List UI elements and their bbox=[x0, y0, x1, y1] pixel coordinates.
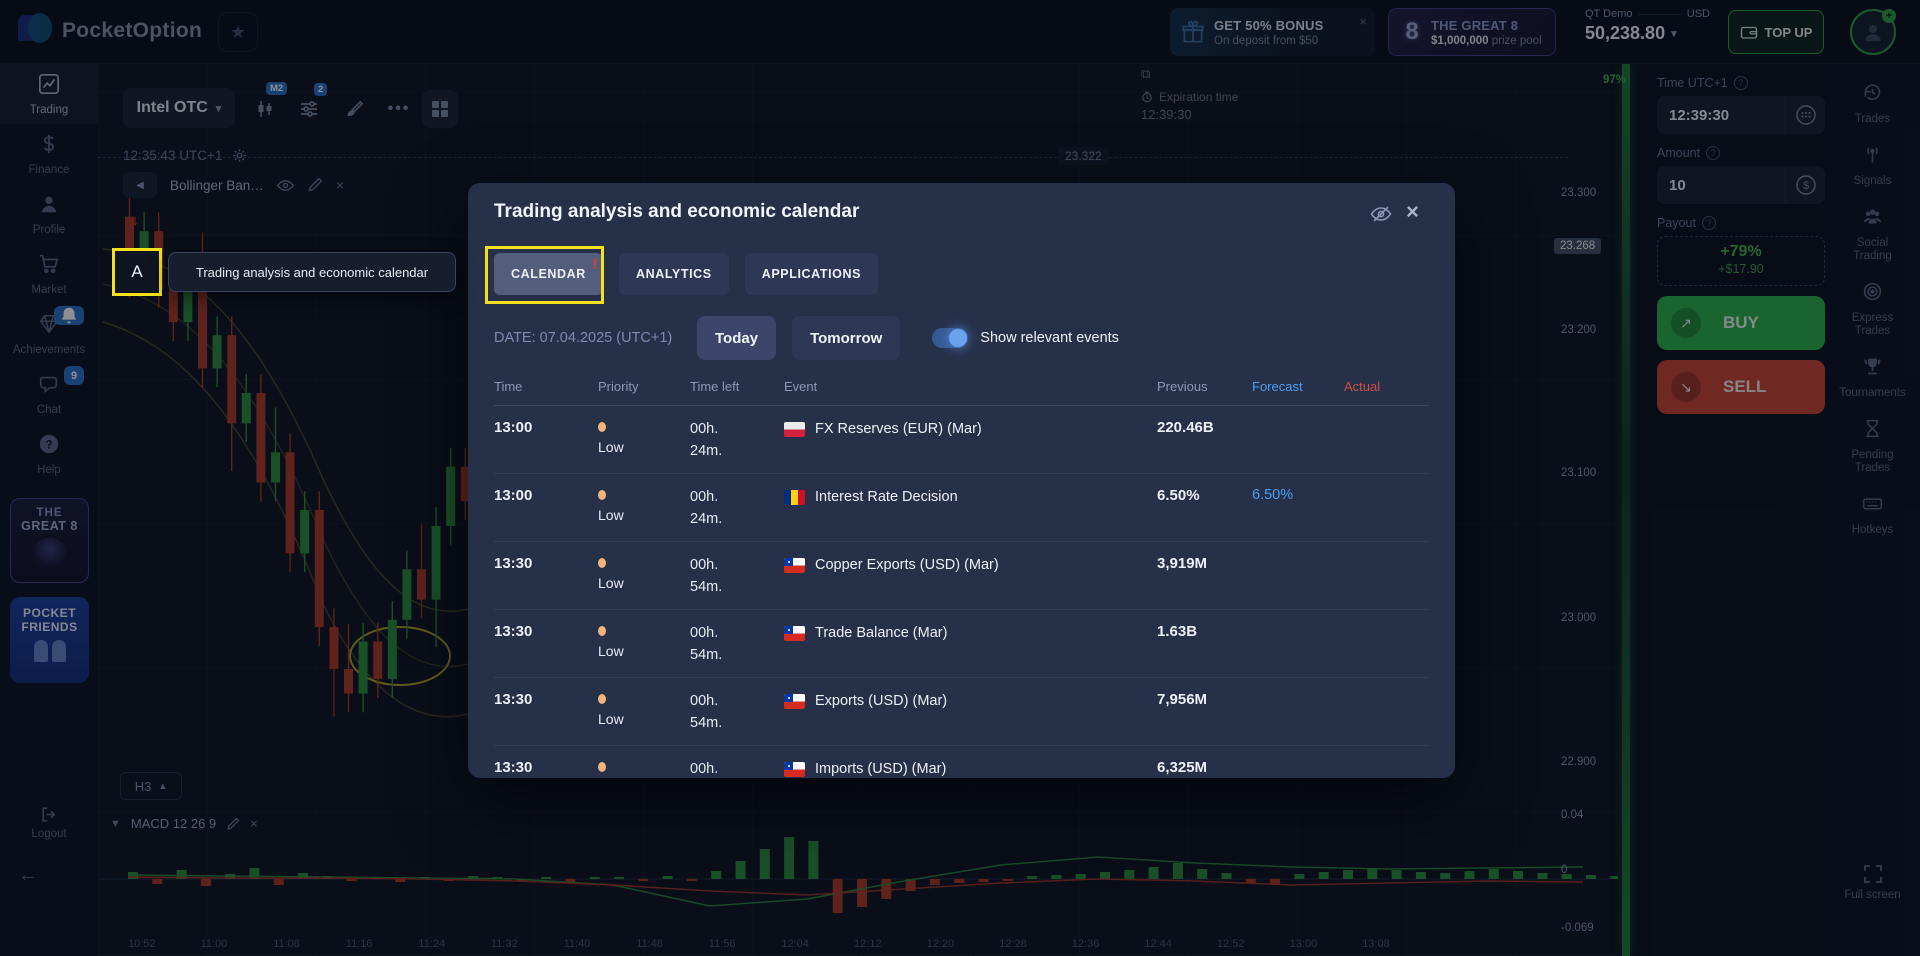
forecast-value bbox=[1252, 406, 1344, 473]
eye-off-icon[interactable] bbox=[1370, 203, 1392, 225]
event-time: 13:30 bbox=[494, 542, 598, 609]
time-left: 00h.54m. bbox=[690, 678, 784, 745]
analysis-sidebar-button-highlighted[interactable]: A bbox=[112, 248, 162, 296]
app-window: PocketOption ★ GET 50% BONUS On deposit … bbox=[0, 0, 1920, 956]
time-left: 00h.54m. bbox=[690, 610, 784, 677]
time-left: 00h.24m. bbox=[690, 474, 784, 541]
column-header-previous[interactable]: Previous bbox=[1157, 379, 1252, 394]
priority-label: Low bbox=[598, 575, 690, 591]
event-time: 13:30 bbox=[494, 678, 598, 745]
previous-value: 220.46B bbox=[1157, 406, 1252, 473]
event-row[interactable]: 13:30Low00h.Imports (USD) (Mar)6,325M bbox=[494, 746, 1429, 778]
priority-dot bbox=[598, 490, 606, 500]
event-time: 13:30 bbox=[494, 746, 598, 778]
country-flag-icon bbox=[784, 762, 805, 777]
forecast-value bbox=[1252, 746, 1344, 778]
act-value bbox=[1344, 746, 1421, 778]
act-value bbox=[1344, 678, 1421, 745]
column-header-priority: Priority bbox=[598, 379, 690, 394]
column-header-actual[interactable]: Actual bbox=[1344, 379, 1421, 394]
event-row[interactable]: 13:00Low00h.24m. FX Reserves (EUR) (Mar) 2… bbox=[494, 406, 1429, 474]
event-name: FX Reserves (EUR) (Mar) bbox=[815, 421, 982, 437]
analysis-tooltip: Trading analysis and economic calendar bbox=[168, 252, 456, 292]
act-value bbox=[1344, 406, 1421, 473]
previous-value: 6.50% bbox=[1157, 474, 1252, 541]
table-header: TimePriorityTime leftEventPreviousForeca… bbox=[494, 379, 1429, 406]
country-flag-icon bbox=[784, 694, 805, 709]
priority-dot bbox=[598, 626, 606, 636]
time-left: 00h. bbox=[690, 746, 784, 778]
events-table: TimePriorityTime leftEventPreviousForeca… bbox=[494, 379, 1429, 778]
event-row[interactable]: 13:30Low00h.54m. Exports (USD) (Mar) 7,956… bbox=[494, 678, 1429, 746]
act-value bbox=[1344, 542, 1421, 609]
event-time: 13:30 bbox=[494, 610, 598, 677]
event-name: Interest Rate Decision bbox=[815, 489, 958, 505]
tomorrow-button[interactable]: Tomorrow bbox=[792, 316, 900, 360]
event-time: 13:00 bbox=[494, 406, 598, 473]
priority-label: Low bbox=[598, 643, 690, 659]
column-header-event: Event bbox=[784, 379, 1157, 394]
event-name: Imports (USD) (Mar) bbox=[815, 761, 946, 777]
column-header-time: Time bbox=[494, 379, 598, 394]
act-value bbox=[1344, 610, 1421, 677]
country-flag-icon bbox=[784, 626, 805, 641]
forecast-value bbox=[1252, 542, 1344, 609]
country-flag-icon bbox=[784, 558, 805, 573]
priority-label: Low bbox=[598, 711, 690, 727]
country-flag-icon bbox=[784, 422, 805, 437]
event-row[interactable]: 13:30Low00h.54m. Copper Exports (USD) (Ma… bbox=[494, 542, 1429, 610]
column-header-forecast[interactable]: Forecast bbox=[1252, 379, 1344, 394]
today-button[interactable]: Today bbox=[697, 316, 776, 360]
close-icon[interactable]: × bbox=[1406, 199, 1419, 225]
economic-calendar-modal: Trading analysis and economic calendar ×… bbox=[468, 183, 1455, 778]
relevant-events-toggle[interactable] bbox=[932, 328, 968, 348]
priority-dot bbox=[598, 558, 606, 568]
priority-label: Low bbox=[598, 507, 690, 523]
tab-applications[interactable]: APPLICATIONS bbox=[745, 253, 878, 295]
time-left: 00h.54m. bbox=[690, 542, 784, 609]
country-flag-icon bbox=[784, 490, 805, 505]
forecast-value: 6.50% bbox=[1252, 474, 1344, 541]
priority-label: Low bbox=[598, 439, 690, 455]
priority-dot bbox=[598, 762, 606, 772]
time-left: 00h.24m. bbox=[690, 406, 784, 473]
calendar-tab-highlight bbox=[485, 246, 604, 304]
date-label: DATE: 07.04.2025 (UTC+1) bbox=[494, 330, 697, 346]
modal-title: Trading analysis and economic calendar bbox=[494, 201, 859, 223]
previous-value: 6,325M bbox=[1157, 746, 1252, 778]
forecast-value bbox=[1252, 610, 1344, 677]
forecast-value bbox=[1252, 678, 1344, 745]
previous-value: 7,956M bbox=[1157, 678, 1252, 745]
event-row[interactable]: 13:30Low00h.54m. Trade Balance (Mar) 1.63B bbox=[494, 610, 1429, 678]
act-value bbox=[1344, 474, 1421, 541]
priority-dot bbox=[598, 694, 606, 704]
event-time: 13:00 bbox=[494, 474, 598, 541]
event-name: Copper Exports (USD) (Mar) bbox=[815, 557, 999, 573]
column-header-time-left: Time left bbox=[690, 379, 784, 394]
toggle-label: Show relevant events bbox=[980, 330, 1119, 346]
previous-value: 3,919M bbox=[1157, 542, 1252, 609]
priority-dot bbox=[598, 422, 606, 432]
tab-analytics[interactable]: ANALYTICS bbox=[619, 253, 729, 295]
previous-value: 1.63B bbox=[1157, 610, 1252, 677]
event-name: Trade Balance (Mar) bbox=[815, 625, 947, 641]
event-row[interactable]: 13:00Low00h.24m. Interest Rate Decision 6.… bbox=[494, 474, 1429, 542]
event-name: Exports (USD) (Mar) bbox=[815, 693, 947, 709]
